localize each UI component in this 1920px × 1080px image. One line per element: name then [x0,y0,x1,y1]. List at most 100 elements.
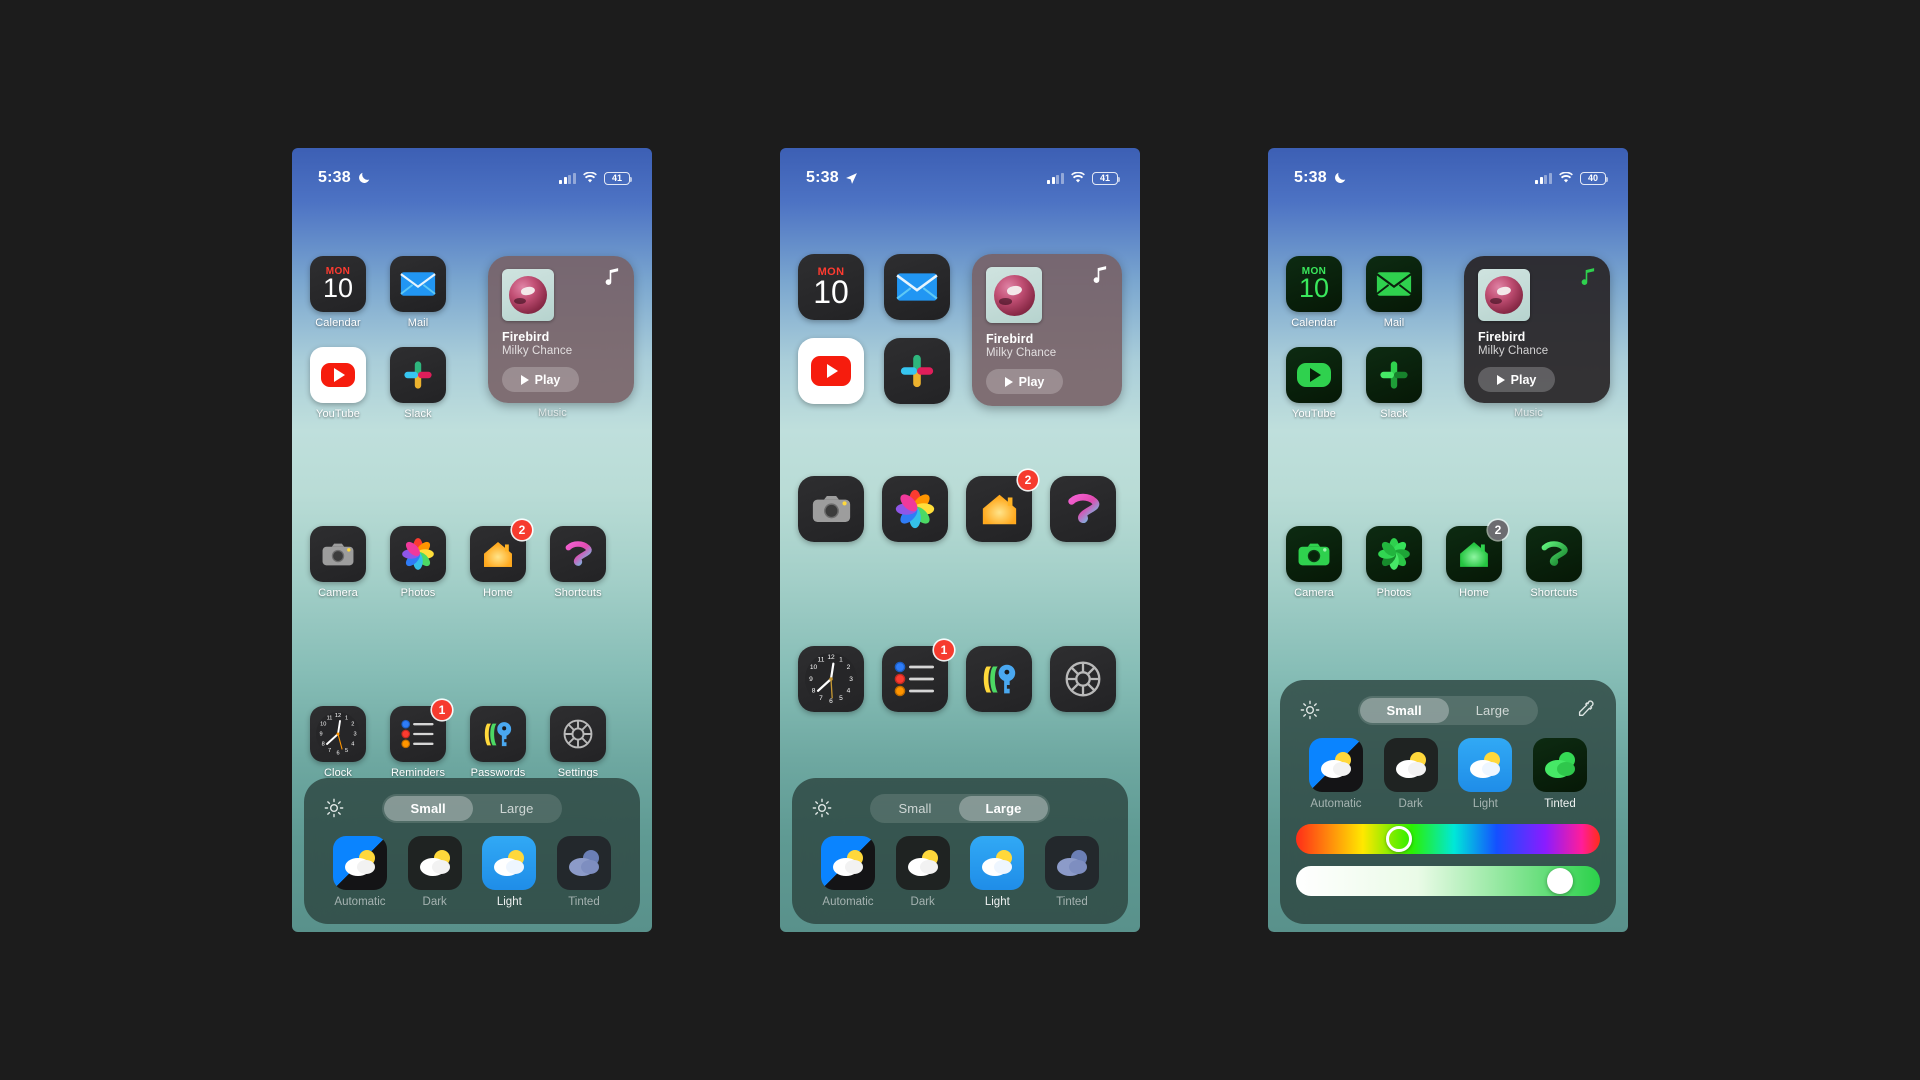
photos-icon[interactable] [390,526,446,582]
appearance-tinted[interactable]: Tinted [550,836,618,908]
home-icon[interactable]: 2 [470,520,532,582]
hue-slider[interactable] [1296,824,1600,854]
app-shortcuts[interactable]: Shortcuts [1526,526,1582,599]
appearance-automatic[interactable]: Automatic [1302,738,1370,810]
app-camera[interactable]: Camera [310,526,366,599]
segment-small[interactable]: Small [872,796,959,821]
appearance-automatic[interactable]: Automatic [814,836,882,908]
music-widget[interactable]: Firebird Milky Chance Play [972,254,1122,406]
clock-icon[interactable]: 12 1 2 345 678 9 10 11 [798,646,864,712]
reminders-icon[interactable]: 1 [882,640,954,712]
calendar-icon[interactable]: MON 10 [310,256,366,312]
app-shortcuts[interactable]: Shortcuts [550,526,606,599]
app-youtube[interactable] [798,338,864,404]
appearance-dark[interactable]: Dark [889,836,957,908]
youtube-icon[interactable] [310,347,366,403]
app-calendar[interactable]: MON 10 Calendar [1286,256,1342,329]
app-calendar[interactable]: MON 10 [798,254,864,320]
app-clock[interactable]: 12 1 2 345 678 9 10 11 [798,646,864,712]
hue-slider-knob[interactable] [1386,826,1413,852]
app-photos[interactable] [882,476,948,542]
reminders-icon[interactable]: 1 [390,700,452,762]
app-reminders[interactable]: 1 [882,640,954,712]
home-icon[interactable]: 2 [1446,520,1508,582]
youtube-icon[interactable] [798,338,864,404]
app-mail[interactable] [884,254,950,320]
app-photos[interactable]: Photos [1366,526,1422,599]
segment-large[interactable]: Large [1449,698,1537,723]
brightness-icon[interactable] [1300,700,1320,720]
eyedropper-icon[interactable] [1576,699,1594,719]
music-widget[interactable]: Firebird Milky Chance Play [1464,256,1610,403]
appearance-dark[interactable]: Dark [401,836,469,908]
appearance-options: Automatic Dark Light Tinted [806,836,1114,908]
mail-icon[interactable] [1366,256,1422,312]
play-button[interactable]: Play [1478,367,1555,392]
app-clock[interactable]: 12 1 2 345 678 9 10 11 [310,706,366,779]
appearance-dark[interactable]: Dark [1377,738,1445,810]
app-slack[interactable]: Slack [390,347,446,420]
appearance-tinted[interactable]: Tinted [1038,836,1106,908]
app-slack[interactable]: Slack [1366,347,1422,420]
settings-icon[interactable] [550,706,606,762]
app-calendar[interactable]: MON 10 Calendar [310,256,366,329]
app-reminders[interactable]: 1 Reminders [390,700,452,779]
app-camera[interactable]: Camera [1286,526,1342,599]
brightness-icon[interactable] [812,798,832,818]
shortcuts-icon[interactable] [1526,526,1582,582]
mail-icon[interactable] [390,256,446,312]
segment-large[interactable]: Large [958,795,1049,821]
photos-icon[interactable] [1366,526,1422,582]
app-passwords[interactable] [966,646,1032,712]
brightness-icon[interactable] [324,798,344,818]
slack-icon[interactable] [884,338,950,404]
app-mail[interactable]: Mail [1366,256,1422,329]
appearance-automatic[interactable]: Automatic [326,836,394,908]
app-camera[interactable] [798,476,864,542]
play-button[interactable]: Play [502,367,579,392]
app-passwords[interactable]: Passwords [470,706,526,779]
app-home[interactable]: 2 Home [1446,520,1508,599]
calendar-icon[interactable]: MON 10 [798,254,864,320]
camera-icon[interactable] [798,476,864,542]
appearance-light[interactable]: Light [475,836,543,908]
photos-icon[interactable] [882,476,948,542]
slack-icon[interactable] [1366,347,1422,403]
passwords-icon[interactable] [966,646,1032,712]
icon-size-segmented-control[interactable]: Small Large [381,793,563,823]
icon-size-segmented-control[interactable]: Small Large [869,793,1051,823]
appearance-tinted[interactable]: Tinted [1526,738,1594,810]
slack-icon[interactable] [390,347,446,403]
mail-icon[interactable] [884,254,950,320]
music-widget[interactable]: Firebird Milky Chance Play [488,256,634,403]
clock-icon[interactable]: 12 1 2 345 678 9 10 11 [310,706,366,762]
home-icon[interactable]: 2 [966,470,1038,542]
app-settings[interactable] [1050,646,1116,712]
camera-icon[interactable] [1286,526,1342,582]
icon-size-segmented-control[interactable]: Small Large [1357,695,1539,725]
segment-small[interactable]: Small [383,795,473,821]
app-settings[interactable]: Settings [550,706,606,779]
app-youtube[interactable]: YouTube [1286,347,1342,420]
settings-icon[interactable] [1050,646,1116,712]
app-home[interactable]: 2 [966,470,1038,542]
brightness-slider-knob[interactable] [1547,868,1574,894]
play-button[interactable]: Play [986,369,1063,394]
app-mail[interactable]: Mail [390,256,446,329]
shortcuts-icon[interactable] [550,526,606,582]
app-photos[interactable]: Photos [390,526,446,599]
app-youtube[interactable]: YouTube [310,347,366,420]
appearance-light[interactable]: Light [1451,738,1519,810]
app-shortcuts[interactable] [1050,476,1116,542]
passwords-icon[interactable] [470,706,526,762]
app-slack[interactable] [884,338,950,404]
brightness-slider[interactable] [1296,866,1600,896]
segment-small[interactable]: Small [1359,697,1449,723]
shortcuts-icon[interactable] [1050,476,1116,542]
calendar-icon[interactable]: MON 10 [1286,256,1342,312]
camera-icon[interactable] [310,526,366,582]
appearance-light[interactable]: Light [963,836,1031,908]
youtube-icon[interactable] [1286,347,1342,403]
app-home[interactable]: 2 Home [470,520,532,599]
segment-large[interactable]: Large [473,796,561,821]
